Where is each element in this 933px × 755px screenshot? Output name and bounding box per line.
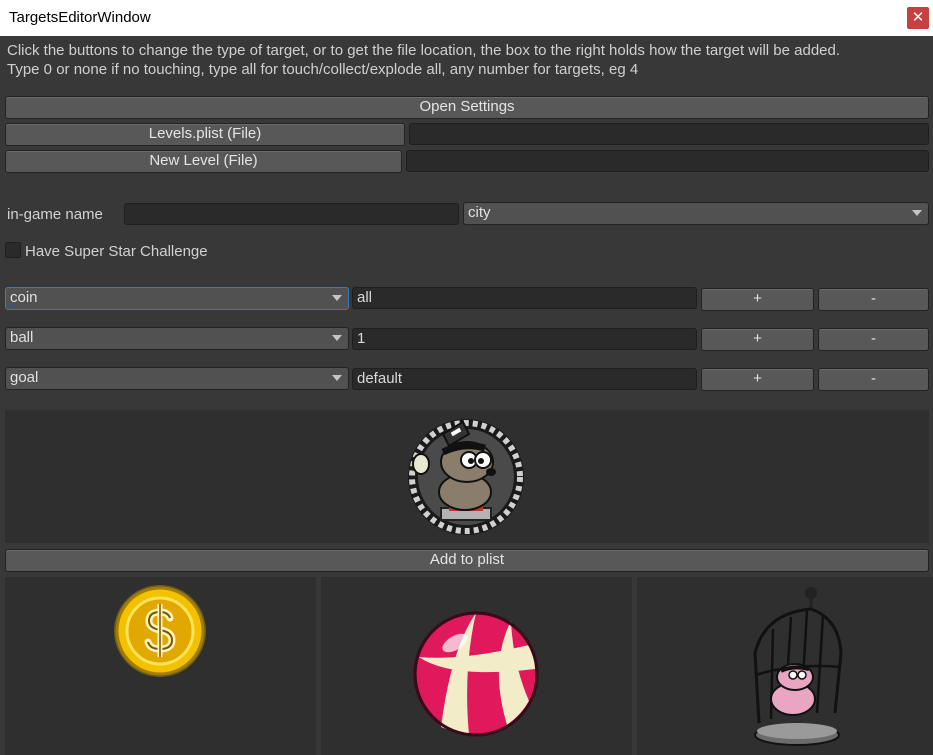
close-button[interactable]: ✕ xyxy=(907,7,929,29)
beach-ball-icon xyxy=(413,611,539,737)
target-amount-input[interactable]: all xyxy=(352,287,697,309)
chevron-down-icon xyxy=(332,375,342,381)
levels-plist-path-field[interactable] xyxy=(409,123,929,145)
chevron-down-icon xyxy=(332,295,342,301)
chevron-down-icon xyxy=(912,210,922,216)
target-amount-input[interactable]: 1 xyxy=(352,328,697,350)
target-type-value: goal xyxy=(10,369,39,386)
target-type-dropdown[interactable]: coin xyxy=(5,287,349,310)
goal-image-panel xyxy=(637,577,933,755)
dollar-coin-icon xyxy=(114,585,206,677)
window-title: TargetsEditorWindow xyxy=(9,9,151,26)
target-type-dropdown[interactable]: goal xyxy=(5,367,349,390)
open-settings-button[interactable]: Open Settings xyxy=(5,96,929,119)
add-target-button[interactable]: + xyxy=(701,328,814,351)
theme-dropdown-value: city xyxy=(468,204,491,221)
help-line-2: Type 0 or none if no touching, type all … xyxy=(7,61,639,78)
character-preview-panel xyxy=(5,410,929,543)
super-star-checkbox[interactable] xyxy=(5,242,21,258)
in-game-name-input[interactable] xyxy=(124,203,459,225)
in-game-name-label: in-game name xyxy=(7,206,103,223)
caged-hamster-icon xyxy=(753,587,843,746)
hamster-character-icon xyxy=(408,419,524,535)
theme-dropdown[interactable]: city xyxy=(463,202,929,225)
target-amount-input[interactable]: default xyxy=(352,368,697,390)
levels-plist-button[interactable]: Levels.plist (File) xyxy=(5,123,405,146)
add-target-button[interactable]: + xyxy=(701,288,814,311)
ball-image-panel xyxy=(321,577,632,755)
help-line-1: Click the buttons to change the type of … xyxy=(7,42,841,59)
new-level-button[interactable]: New Level (File) xyxy=(5,150,402,173)
new-level-path-field[interactable] xyxy=(406,150,929,172)
chevron-down-icon xyxy=(332,335,342,341)
target-type-value: ball xyxy=(10,329,34,346)
remove-target-button[interactable]: - xyxy=(818,328,929,351)
remove-target-button[interactable]: - xyxy=(818,368,929,391)
remove-target-button[interactable]: - xyxy=(818,288,929,311)
title-bar: TargetsEditorWindow ✕ xyxy=(0,0,933,36)
coin-image-panel xyxy=(5,577,316,755)
add-to-plist-button[interactable]: Add to plist xyxy=(5,549,929,572)
add-target-button[interactable]: + xyxy=(701,368,814,391)
target-type-value: coin xyxy=(10,289,38,306)
help-text: Click the buttons to change the type of … xyxy=(7,41,927,79)
target-type-dropdown[interactable]: ball xyxy=(5,327,349,350)
super-star-label: Have Super Star Challenge xyxy=(25,243,208,260)
